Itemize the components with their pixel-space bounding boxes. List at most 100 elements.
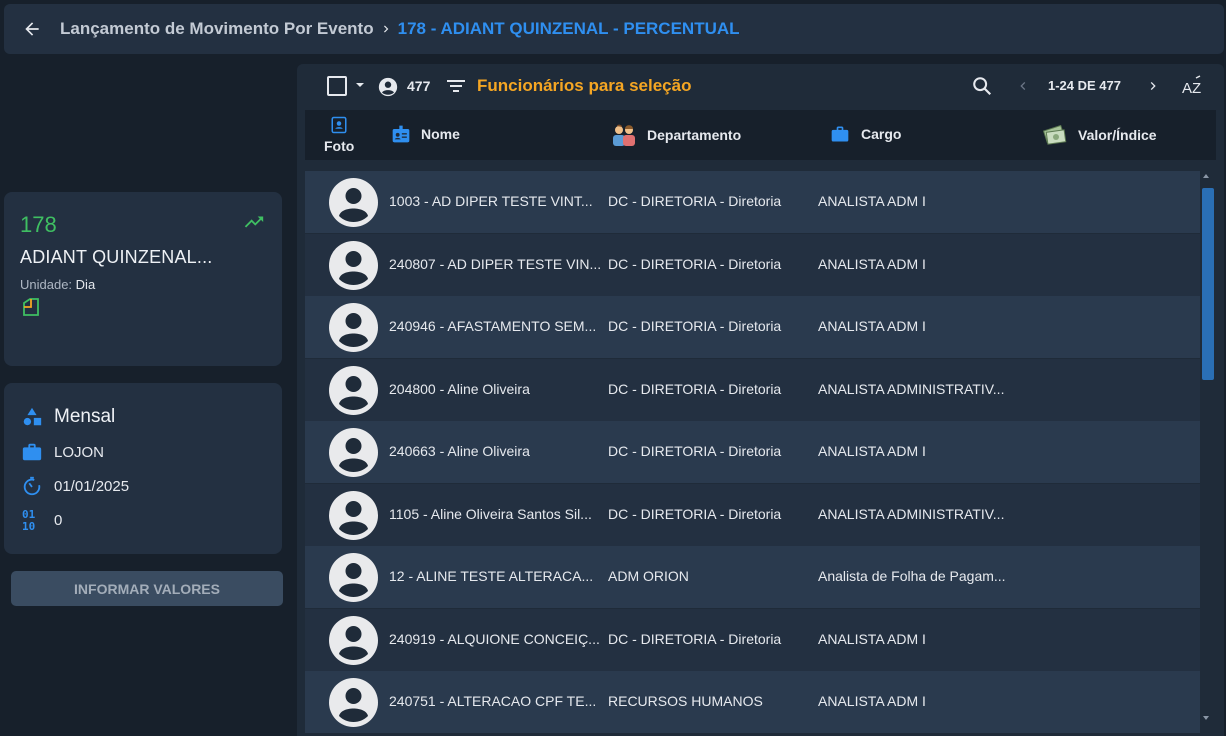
- column-nome-label: Nome: [421, 126, 460, 142]
- table-row[interactable]: 204800 - Aline Oliveira DC - DIRETORIA - …: [305, 358, 1200, 421]
- avatar-placeholder-icon: [329, 615, 378, 665]
- cell-departamento: DC - DIRETORIA - Diretoria: [608, 193, 782, 209]
- cell-cargo: ANALISTA ADMINISTRATIV...: [818, 380, 1005, 397]
- avatar-placeholder-icon: [329, 678, 378, 727]
- cell-nome: 204800 - Aline Oliveira: [389, 380, 530, 397]
- scroll-down-arrow[interactable]: [1203, 716, 1209, 720]
- chevron-left-icon[interactable]: [1015, 77, 1031, 95]
- period-label: Mensal: [54, 406, 116, 427]
- avatar-placeholder-icon: [329, 240, 378, 290]
- event-name: ADIANT QUINZENAL...: [20, 247, 213, 267]
- period-row: Mensal: [20, 405, 115, 429]
- scroll-thumb[interactable]: [1202, 188, 1214, 380]
- cell-nome: 240751 - ALTERACAO CPF TE...: [389, 693, 597, 709]
- column-cargo-label: Cargo: [861, 126, 902, 142]
- cell-departamento: RECURSOS HUMANOS: [608, 693, 763, 709]
- table-row[interactable]: 240807 - AD DIPER TESTE VIN... DC - DIRET…: [305, 233, 1200, 296]
- info-card: Mensal LOJON 01/01/2025 01 10 0: [4, 383, 282, 554]
- date-row: 01/01/2025: [20, 474, 129, 498]
- chevron-right-icon: [374, 22, 398, 36]
- cell-departamento: DC - DIRETORIA - Diretoria: [608, 255, 782, 272]
- cell-nome: 1003 - AD DIPER TESTE VINT...: [389, 193, 593, 209]
- cell-cargo: ANALISTA ADMINISTRATIV...: [818, 505, 1005, 522]
- avatar-placeholder-icon: [329, 490, 378, 540]
- column-foto[interactable]: Foto: [324, 116, 354, 154]
- column-departamento[interactable]: Departamento: [611, 124, 741, 146]
- column-nome[interactable]: Nome: [391, 124, 460, 144]
- shapes-icon: [20, 405, 44, 429]
- back-button[interactable]: [4, 4, 60, 54]
- select-all-checkbox[interactable]: [327, 76, 347, 96]
- pagination-info: 1-24 DE 477: [1048, 78, 1121, 93]
- search-icon[interactable]: [971, 75, 993, 97]
- scroll-up-arrow[interactable]: [1203, 174, 1209, 178]
- caret-down-icon[interactable]: [355, 81, 365, 89]
- avatar-placeholder-icon: [329, 365, 378, 415]
- filter-icon[interactable]: [446, 77, 466, 95]
- briefcase-icon: [20, 440, 44, 464]
- cell-cargo: ANALISTA ADM I: [818, 443, 926, 459]
- employee-count: 477: [407, 78, 431, 94]
- top-bar: Lançamento de Movimento Por Evento 178 -…: [4, 4, 1224, 54]
- employee-selection-panel: 477 Funcionários para seleção 1-24 DE 47…: [297, 64, 1224, 736]
- avatar-placeholder-icon: [329, 428, 378, 477]
- company-label: LOJON: [54, 443, 105, 461]
- breadcrumb-parent[interactable]: Lançamento de Movimento Por Evento: [60, 19, 374, 39]
- table-row[interactable]: 240946 - AFASTAMENTO SEM... DC - DIRETORI…: [305, 296, 1200, 358]
- breadcrumb-current: 178 - ADIANT QUINZENAL - PERCENTUAL: [397, 19, 740, 38]
- column-departamento-label: Departamento: [647, 127, 742, 143]
- cell-cargo: ANALISTA ADM I: [818, 255, 926, 272]
- column-valor-label: Valor/Índice: [1078, 127, 1157, 143]
- table-row[interactable]: 1105 - Aline Oliveira Santos Sil... DC - …: [305, 483, 1200, 546]
- id-badge-icon: [331, 116, 347, 134]
- timer-icon: [20, 474, 44, 498]
- sort-az-icon[interactable]: AZ: [1182, 74, 1204, 98]
- cell-departamento: DC - DIRETORIA - Diretoria: [608, 318, 782, 334]
- table-body: 1003 - AD DIPER TESTE VINT... DC - DIRETO…: [305, 171, 1200, 736]
- table-header: Foto Nome Departamento Cargo Valor/Índic…: [305, 110, 1216, 160]
- event-code: 178: [20, 212, 57, 237]
- svg-text:10: 10: [22, 520, 35, 532]
- avatar-placeholder-icon: [329, 553, 378, 602]
- cell-cargo: ANALISTA ADM I: [818, 693, 926, 709]
- cell-nome: 240946 - AFASTAMENTO SEM...: [389, 318, 597, 334]
- avatar-placeholder-icon: [329, 178, 378, 227]
- account-circle-icon: [378, 77, 398, 97]
- table-row[interactable]: 240919 - ALQUIONE CONCEIÇ... DC - DIRETOR…: [305, 608, 1200, 671]
- column-valor[interactable]: Valor/Índice: [1042, 124, 1157, 146]
- value-row: 01 10 0: [20, 508, 62, 532]
- vertical-scrollbar[interactable]: [1201, 174, 1214, 730]
- unit-label: Unidade:: [20, 277, 73, 292]
- cell-departamento: DC - DIRETORIA - Diretoria: [608, 630, 782, 647]
- cell-departamento: ADM ORION: [608, 568, 689, 584]
- table-row[interactable]: 240751 - ALTERACAO CPF TE... RECURSOS HUM…: [305, 671, 1200, 733]
- svg-text:AZ: AZ: [1182, 80, 1201, 97]
- column-cargo[interactable]: Cargo: [829, 124, 901, 144]
- cell-departamento: DC - DIRETORIA - Diretoria: [608, 380, 782, 397]
- arrow-left-icon: [25, 22, 39, 36]
- inform-values-button[interactable]: INFORMAR VALORES: [11, 571, 283, 606]
- cell-nome: 12 - ALINE TESTE ALTERACA...: [389, 568, 594, 584]
- unit-value: Dia: [75, 277, 96, 292]
- table-row[interactable]: 1003 - AD DIPER TESTE VINT... DC - DIRETO…: [305, 171, 1200, 233]
- cell-cargo: ANALISTA ADM I: [818, 318, 926, 334]
- cell-departamento: DC - DIRETORIA - Diretoria: [608, 505, 782, 522]
- table-row[interactable]: 240663 - Aline Oliveira DC - DIRETORIA - …: [305, 421, 1200, 483]
- cell-nome: 240663 - Aline Oliveira: [389, 443, 530, 459]
- document-icon: [23, 298, 39, 316]
- cell-cargo: Analista de Folha de Pagam...: [818, 568, 1006, 584]
- cell-nome: 1105 - Aline Oliveira Santos Sil...: [389, 505, 592, 522]
- binary-icon: 01 10: [20, 508, 44, 532]
- company-row: LOJON: [20, 440, 104, 464]
- selection-title: Funcionários para seleção: [477, 76, 692, 95]
- event-unit: Unidade: Dia: [20, 277, 95, 292]
- money-icon: [1042, 124, 1068, 146]
- table-row[interactable]: 12 - ALINE TESTE ALTERACA... ADM ORION Ana…: [305, 546, 1200, 608]
- cell-nome: 240807 - AD DIPER TESTE VIN...: [389, 255, 602, 272]
- briefcase-icon: [829, 124, 851, 144]
- cell-cargo: ANALISTA ADM I: [818, 630, 926, 647]
- event-card: 178 ADIANT QUINZENAL... Unidade: Dia: [4, 192, 282, 366]
- chevron-right-icon[interactable]: [1145, 77, 1161, 95]
- cell-cargo: ANALISTA ADM I: [818, 193, 926, 209]
- toolbar: 477 Funcionários para seleção 1-24 DE 47…: [297, 64, 1224, 108]
